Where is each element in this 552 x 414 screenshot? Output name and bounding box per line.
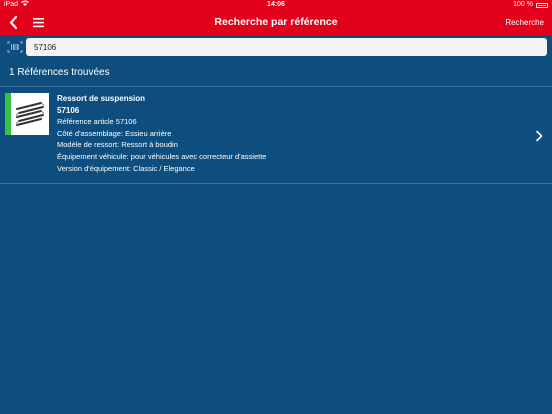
chevron-right-icon (535, 129, 543, 142)
result-item[interactable]: Ressort de suspension 57106 Référence ar… (0, 88, 552, 183)
barcode-scan-button[interactable] (7, 40, 23, 53)
divider (0, 183, 552, 184)
divider (0, 86, 552, 87)
result-detail: Côté d'assemblage: Essieu arrière (57, 128, 172, 138)
results-count: 1 Références trouvées (9, 67, 110, 78)
navigation-bar: Recherche par référence Recherche (0, 10, 552, 35)
search-bar (0, 35, 552, 58)
coil-spring-icon (15, 102, 45, 126)
result-details: Ressort de suspension 57106 Référence ar… (57, 93, 266, 174)
page-title: Recherche par référence (214, 16, 338, 28)
product-thumbnail (11, 93, 49, 135)
status-time: 14:06 (267, 1, 285, 8)
barcode-icon (7, 41, 23, 53)
status-right: 100 % (513, 0, 548, 10)
battery-icon (536, 2, 548, 8)
result-number: 57106 (57, 105, 80, 115)
search-nav-button[interactable]: Recherche (505, 10, 544, 35)
search-input[interactable] (26, 38, 547, 56)
result-detail: Modèle de ressort: Ressort à boudin (57, 140, 178, 150)
result-title: Ressort de suspension (57, 94, 146, 103)
result-detail: Référence article 57106 (57, 117, 137, 127)
result-detail: Version d'équipement: Classic / Elegance (57, 163, 195, 173)
result-detail: Équipement véhicule: pour véhicules avec… (57, 151, 267, 161)
battery-level: 100 % (513, 1, 533, 8)
status-bar: iPad 14:06 100 % (0, 0, 552, 10)
